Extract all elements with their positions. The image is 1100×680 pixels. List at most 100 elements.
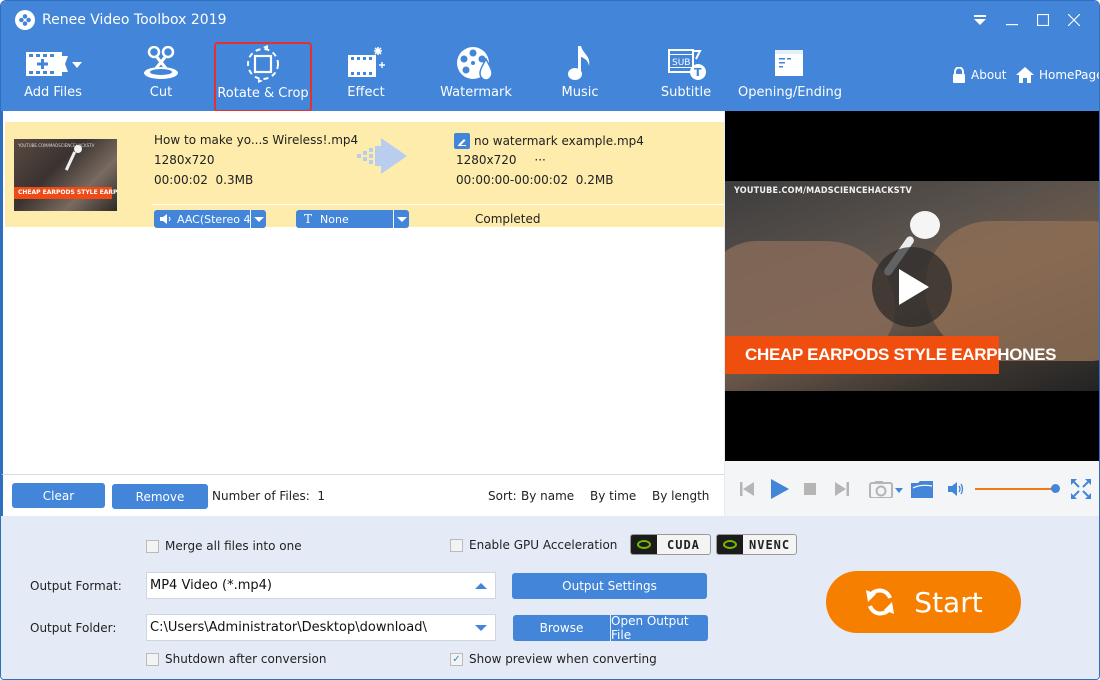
gpu-acceleration-box[interactable] xyxy=(450,538,463,552)
title-bar: Renee Video Toolbox 2019 xyxy=(15,10,227,30)
toolbar-subtitle[interactable]: SUB T Subtitle xyxy=(656,43,716,107)
play-icon xyxy=(899,269,929,305)
source-resolution: 1280x720 xyxy=(154,153,215,167)
fullscreen-button[interactable] xyxy=(1071,479,1091,499)
remove-button[interactable]: Remove xyxy=(112,484,208,509)
chevron-down-icon xyxy=(253,216,264,222)
cuda-badge: CUDA xyxy=(630,534,711,555)
volume-slider-handle[interactable] xyxy=(1051,484,1060,493)
subtitle-track-dropdown[interactable] xyxy=(393,210,409,228)
audio-track-select[interactable]: AAC(Stereo 4 xyxy=(154,210,266,228)
clear-button[interactable]: Clear xyxy=(12,483,105,508)
rotate-crop-icon xyxy=(245,44,281,84)
next-button[interactable] xyxy=(834,480,850,498)
output-folder-select[interactable]: C:\Users\Administrator\Desktop\download\ xyxy=(146,614,496,641)
source-filename: How to make yo...s Wireless!.mp4 xyxy=(154,133,359,147)
file-list-footer: Clear Remove Number of Files: 1 Sort: By… xyxy=(1,474,724,516)
conversion-status: Completed xyxy=(475,212,541,226)
app-logo-icon xyxy=(15,10,35,30)
snapshot-button[interactable] xyxy=(868,480,906,498)
speaker-icon xyxy=(160,214,171,224)
toolbar-add-files[interactable]: Add Files xyxy=(21,43,85,107)
chevron-down-icon xyxy=(396,216,407,222)
minimize-button[interactable] xyxy=(1001,9,1023,31)
skip-forward-icon xyxy=(835,482,849,496)
open-output-file-button[interactable]: Open Output File xyxy=(611,614,708,642)
play-button[interactable] xyxy=(770,479,790,499)
home-icon xyxy=(1016,67,1034,83)
sort-by-length[interactable]: By length xyxy=(652,489,709,503)
start-button[interactable]: Start xyxy=(826,571,1021,633)
subtitle-track-value: None xyxy=(320,212,349,226)
skip-back-icon xyxy=(740,482,754,496)
toolbar-effect-label: Effect xyxy=(347,85,385,100)
camera-icon xyxy=(869,481,903,498)
show-preview-box[interactable]: ✓ xyxy=(450,652,463,666)
edit-name-icon[interactable] xyxy=(454,133,470,149)
merge-files-label: Merge all files into one xyxy=(165,539,302,553)
shutdown-checkbox[interactable]: Shutdown after conversion xyxy=(146,652,326,666)
output-folder-label: Output Folder: xyxy=(30,621,117,635)
shutdown-box[interactable] xyxy=(146,652,159,666)
homepage-link[interactable]: HomePage xyxy=(1016,67,1099,83)
output-settings-button[interactable]: Output Settings xyxy=(512,573,707,599)
output-size: 0.2MB xyxy=(575,173,614,187)
toolbar-rotate-crop[interactable]: Rotate & Crop xyxy=(214,42,312,112)
music-note-icon xyxy=(565,43,595,83)
previous-button[interactable] xyxy=(739,480,755,498)
audio-track-dropdown[interactable] xyxy=(250,210,266,228)
minimize-icon xyxy=(1006,24,1018,26)
nvenc-badge-label: NVENC xyxy=(749,537,791,552)
audio-track-value: AAC(Stereo 4 xyxy=(177,212,251,226)
file-row[interactable]: YOUTUBE.COM/MADSCIENCEHACKSTV CHEAP EARP… xyxy=(5,122,724,228)
scissors-icon xyxy=(143,43,179,83)
video-thumbnail: YOUTUBE.COM/MADSCIENCEHACKSTV CHEAP EARP… xyxy=(14,139,117,211)
video-preview[interactable]: YOUTUBE.COM/MADSCIENCEHACKSTV CHEAP EARP… xyxy=(725,111,1099,461)
toolbar-add-files-label: Add Files xyxy=(24,85,82,100)
toolbar-watermark[interactable]: Watermark xyxy=(440,43,512,107)
chevron-up-icon xyxy=(475,583,487,589)
output-settings-panel: Merge all files into one Enable GPU Acce… xyxy=(1,516,1099,679)
film-plus-icon xyxy=(24,43,82,83)
toolbar-cut-label: Cut xyxy=(149,85,173,100)
toolbar-music-label: Music xyxy=(561,85,599,100)
toolbar-effect[interactable]: Effect xyxy=(336,43,396,107)
browse-button[interactable]: Browse xyxy=(513,615,610,641)
volume-button[interactable] xyxy=(948,480,966,498)
lock-icon xyxy=(953,67,965,83)
sort-by-time[interactable]: By time xyxy=(590,489,636,503)
stop-button[interactable] xyxy=(803,480,817,498)
subtitle-track-select[interactable]: T None xyxy=(296,210,409,228)
output-format-select[interactable]: MP4 Video (*.mp4) xyxy=(146,572,496,599)
preview-play-button[interactable] xyxy=(872,247,952,327)
close-icon xyxy=(1068,14,1080,26)
merge-files-checkbox[interactable]: Merge all files into one xyxy=(146,539,302,553)
output-resolution-row: 1280x720 ··· xyxy=(456,153,546,167)
close-button[interactable] xyxy=(1063,9,1085,31)
output-resolution: 1280x720 xyxy=(456,153,517,167)
toolbar-music[interactable]: Music xyxy=(553,43,607,107)
menu-dropdown-button[interactable] xyxy=(969,9,991,31)
toolbar-opening-ending[interactable]: Opening/Ending xyxy=(738,43,842,107)
more-info-button[interactable]: ··· xyxy=(534,153,545,167)
merge-files-box[interactable] xyxy=(146,539,159,553)
source-duration: 00:00:02 xyxy=(154,173,208,187)
stop-icon xyxy=(804,483,816,495)
nvidia-logo-icon xyxy=(631,535,657,554)
volume-slider-track[interactable] xyxy=(975,488,1055,490)
play-icon xyxy=(771,479,789,499)
document-lines-icon xyxy=(773,43,807,83)
maximize-button[interactable] xyxy=(1032,9,1054,31)
toolbar-subtitle-label: Subtitle xyxy=(660,85,712,100)
source-size: 0.3MB xyxy=(215,173,254,187)
toolbar-cut[interactable]: Cut xyxy=(131,43,191,107)
app-window: Renee Video Toolbox 2019 Add Files Cut R… xyxy=(0,0,1100,680)
open-folder-button[interactable] xyxy=(911,480,933,498)
about-link[interactable]: About xyxy=(952,67,1006,83)
file-count: Number of Files: 1 xyxy=(212,489,325,503)
volume-icon xyxy=(948,482,964,496)
show-preview-checkbox[interactable]: ✓ Show preview when converting xyxy=(450,652,657,666)
thumbnail-caption: CHEAP EARPODS STYLE EARPHONES xyxy=(14,187,117,199)
sort-by-name[interactable]: By name xyxy=(521,489,574,503)
gpu-acceleration-checkbox[interactable]: Enable GPU Acceleration xyxy=(450,538,617,552)
